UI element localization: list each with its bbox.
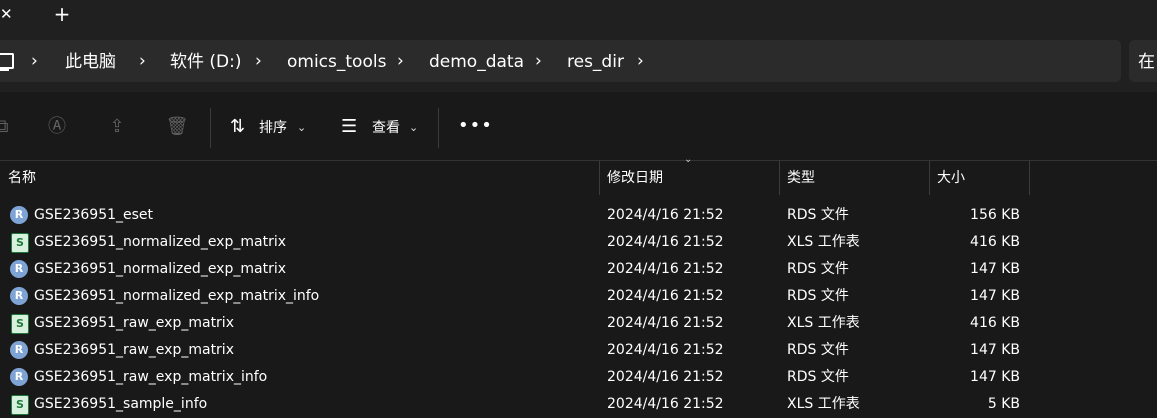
tab-bar xyxy=(0,0,1157,30)
computer-stand-icon xyxy=(0,69,9,71)
file-date: 2024/4/16 21:52 xyxy=(607,396,724,412)
file-size: 5 KB xyxy=(987,396,1020,412)
file-size: 416 KB xyxy=(970,315,1020,331)
more-options-icon[interactable]: ••• xyxy=(458,116,492,136)
file-type: RDS 文件 xyxy=(787,342,849,358)
file-date: 2024/4/16 21:52 xyxy=(607,261,724,277)
breadcrumb-demo-data[interactable]: demo_data xyxy=(429,50,524,74)
file-date: 2024/4/16 21:52 xyxy=(607,369,724,385)
file-date: 2024/4/16 21:52 xyxy=(607,234,724,250)
view-button[interactable]: 查看 xyxy=(372,118,400,138)
file-name: GSE236951_raw_exp_matrix xyxy=(34,315,234,331)
xls-file-icon: S xyxy=(11,233,29,253)
file-type: RDS 文件 xyxy=(787,261,849,277)
chevron-right-icon[interactable]: › xyxy=(139,51,151,71)
chevron-right-icon[interactable]: › xyxy=(397,51,409,71)
new-tab-button[interactable]: + xyxy=(52,4,72,24)
table-row[interactable]: R GSE236951_normalized_exp_matrix 2024/4… xyxy=(0,256,1157,283)
column-size[interactable]: 大小 xyxy=(937,161,965,195)
table-row[interactable]: S GSE236951_normalized_exp_matrix 2024/4… xyxy=(0,229,1157,256)
column-date-modified[interactable]: 修改日期 xyxy=(607,161,663,195)
file-date: 2024/4/16 21:52 xyxy=(607,207,724,223)
column-divider[interactable] xyxy=(599,161,600,195)
sort-icon[interactable]: ⇅ xyxy=(230,117,252,137)
file-name: GSE236951_normalized_exp_matrix_info xyxy=(34,288,320,304)
toolbar-separator xyxy=(438,108,439,148)
table-row[interactable]: R GSE236951_raw_exp_matrix 2024/4/16 21:… xyxy=(0,337,1157,364)
rds-file-icon: R xyxy=(10,260,28,278)
copy-icon[interactable]: ⧉ xyxy=(0,117,14,137)
trash-icon[interactable]: 🗑 xyxy=(165,117,189,137)
chevron-right-icon[interactable]: › xyxy=(637,51,649,71)
breadcrumb-this-pc[interactable]: 此电脑 xyxy=(65,50,116,74)
file-name: GSE236951_raw_exp_matrix xyxy=(34,342,234,358)
toolbar-separator xyxy=(210,108,211,148)
file-name: GSE236951_normalized_exp_matrix xyxy=(34,234,286,250)
sort-descending-icon: ⌄ xyxy=(684,154,693,165)
file-name: GSE236951_sample_info xyxy=(34,396,208,412)
table-row[interactable]: S GSE236951_raw_exp_matrix 2024/4/16 21:… xyxy=(0,310,1157,337)
column-headers: 名称 修改日期 类型 大小 xyxy=(0,160,1157,195)
chevron-down-icon[interactable]: ⌄ xyxy=(409,118,419,138)
breadcrumb-drive-d[interactable]: 软件 (D:) xyxy=(170,50,242,74)
breadcrumb-res-dir[interactable]: res_dir xyxy=(567,50,624,74)
column-divider[interactable] xyxy=(1029,161,1030,195)
sort-button[interactable]: 排序 xyxy=(259,118,287,138)
address-bar[interactable] xyxy=(0,40,1121,82)
file-size: 416 KB xyxy=(970,234,1020,250)
rds-file-icon: R xyxy=(10,368,28,386)
table-row[interactable]: S GSE236951_sample_info 2024/4/16 21:52 … xyxy=(0,391,1157,418)
file-type: RDS 文件 xyxy=(787,369,849,385)
view-icon[interactable]: ☰ xyxy=(341,117,363,137)
close-icon[interactable]: ✕ xyxy=(0,4,20,24)
rename-icon[interactable]: Ⓐ xyxy=(45,117,69,137)
rds-file-icon: R xyxy=(10,341,28,359)
chevron-right-icon[interactable]: › xyxy=(255,51,267,71)
file-size: 147 KB xyxy=(970,342,1020,358)
column-name[interactable]: 名称 xyxy=(8,161,36,195)
file-size: 156 KB xyxy=(970,207,1020,223)
table-row[interactable]: R GSE236951_raw_exp_matrix_info 2024/4/1… xyxy=(0,364,1157,391)
file-size: 147 KB xyxy=(970,369,1020,385)
share-icon[interactable]: ⇪ xyxy=(105,117,129,137)
file-type: XLS 工作表 xyxy=(787,234,860,250)
xls-file-icon: S xyxy=(11,395,29,415)
file-name: GSE236951_normalized_exp_matrix xyxy=(34,261,286,277)
breadcrumb-omics-tools[interactable]: omics_tools xyxy=(287,50,386,74)
rds-file-icon: R xyxy=(10,287,28,305)
file-date: 2024/4/16 21:52 xyxy=(607,315,724,331)
file-date: 2024/4/16 21:52 xyxy=(607,342,724,358)
chevron-right-icon[interactable]: › xyxy=(31,51,43,71)
column-type[interactable]: 类型 xyxy=(787,161,815,195)
xls-file-icon: S xyxy=(11,314,29,334)
file-type: XLS 工作表 xyxy=(787,315,860,331)
file-date: 2024/4/16 21:52 xyxy=(607,288,724,304)
column-divider[interactable] xyxy=(929,161,930,195)
chevron-right-icon[interactable]: › xyxy=(535,51,547,71)
file-type: RDS 文件 xyxy=(787,288,849,304)
file-size: 147 KB xyxy=(970,261,1020,277)
table-row[interactable]: R GSE236951_normalized_exp_matrix_info 2… xyxy=(0,283,1157,310)
rds-file-icon: R xyxy=(10,206,28,224)
search-placeholder: 在 xyxy=(1138,52,1155,72)
file-size: 147 KB xyxy=(970,288,1020,304)
file-name: GSE236951_eset xyxy=(34,207,154,223)
chevron-down-icon[interactable]: ⌄ xyxy=(297,118,307,138)
file-name: GSE236951_raw_exp_matrix_info xyxy=(34,369,268,385)
column-divider[interactable] xyxy=(779,161,780,195)
table-row[interactable]: R GSE236951_eset 2024/4/16 21:52 RDS 文件 … xyxy=(0,202,1157,229)
file-type: RDS 文件 xyxy=(787,207,849,223)
file-type: XLS 工作表 xyxy=(787,396,860,412)
computer-icon[interactable] xyxy=(0,53,14,69)
